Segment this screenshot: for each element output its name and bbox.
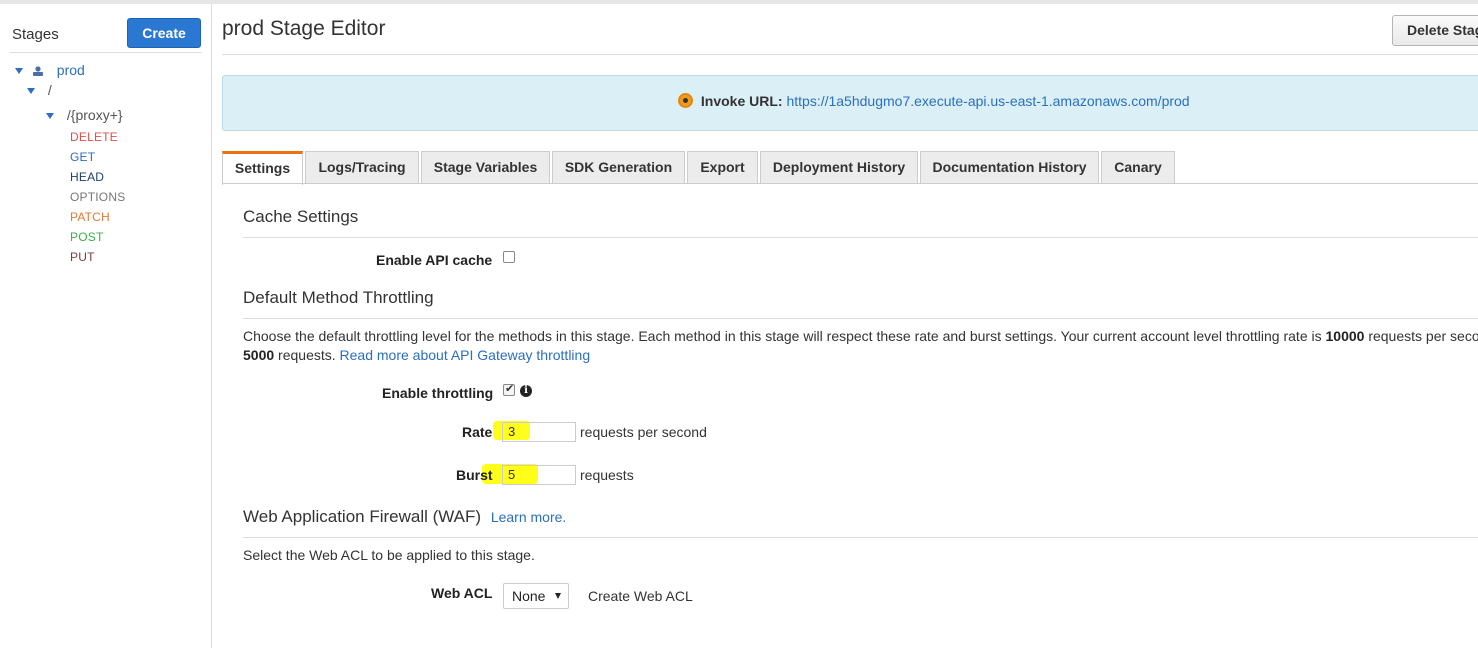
enable-throttling-label: Enable throttling (382, 385, 494, 401)
burst-unit: requests (580, 467, 634, 483)
expand-caret-icon[interactable] (27, 88, 35, 95)
tabs-divider (222, 183, 1478, 184)
account-burst-value: 5000 (243, 347, 275, 363)
enable-cache-checkbox[interactable] (503, 251, 515, 263)
rate-label: Rate (462, 424, 493, 440)
burst-input[interactable]: 5 (502, 465, 576, 485)
throttling-heading: Default Method Throttling (243, 288, 434, 307)
tree-method-delete[interactable]: DELETE (70, 130, 118, 144)
tab-deployment-history[interactable]: Deployment History (760, 151, 918, 184)
section-divider (243, 537, 1478, 538)
tab-canary[interactable]: Canary (1101, 151, 1175, 184)
tree-method-get[interactable]: GET (70, 150, 95, 164)
enable-cache-label: Enable API cache (376, 252, 493, 268)
tree-method-options[interactable]: OPTIONS (70, 190, 125, 204)
invoke-url-banner: Invoke URL: https://1a5hdugmo7.execute-a… (222, 75, 1478, 131)
create-web-acl-link[interactable]: Create Web ACL (588, 588, 693, 604)
dropdown-caret-icon (555, 593, 561, 599)
delete-stage-button[interactable]: Delete Stage (1392, 15, 1478, 46)
invoke-url-link[interactable]: https://1a5hdugmo7.execute-api.us-east-1… (786, 93, 1189, 109)
rate-unit: requests per second (580, 424, 707, 440)
tree-proxy-label[interactable]: /{proxy+} (67, 107, 123, 123)
tab-logs-tracing[interactable]: Logs/Tracing (305, 151, 419, 184)
tree-stage-label[interactable]: prod (57, 62, 85, 78)
tree-method-post[interactable]: POST (70, 230, 103, 244)
throttling-desc-text: requests per seco (1364, 328, 1478, 344)
stages-sidebar: Stages Create prod / /{proxy+} DELETE GET… (0, 4, 212, 648)
tab-sdk-generation[interactable]: SDK Generation (552, 151, 685, 184)
web-acl-label: Web ACL (431, 585, 493, 601)
waf-title: Web Application Firewall (WAF) (243, 507, 482, 526)
throttling-desc-text: requests. (274, 347, 340, 363)
tree-method-patch[interactable]: PATCH (70, 210, 110, 224)
enable-throttling-checkbox[interactable] (503, 382, 515, 396)
tab-export[interactable]: Export (687, 151, 758, 184)
top-border (0, 0, 1478, 4)
create-stage-button[interactable]: Create (127, 18, 201, 48)
sidebar-divider (10, 52, 202, 53)
rate-input[interactable]: 3 (502, 422, 576, 442)
page-title: prod Stage Editor (222, 17, 386, 40)
tree-resource-proxy[interactable]: /{proxy+} (46, 107, 123, 123)
tab-settings[interactable]: Settings (222, 151, 303, 185)
account-rate-value: 10000 (1325, 328, 1365, 344)
read-more-throttling-link[interactable]: Read more about API Gateway throttling (340, 347, 591, 363)
stage-icon (32, 66, 43, 76)
tree-method-put[interactable]: PUT (70, 250, 95, 264)
expand-caret-icon[interactable] (15, 68, 23, 75)
web-acl-select[interactable]: None (503, 583, 569, 609)
section-divider (243, 318, 1478, 319)
tab-documentation-history[interactable]: Documentation History (920, 151, 1099, 184)
tree-stage-prod[interactable]: prod (15, 62, 85, 78)
throttling-desc-text: Choose the default throttling level for … (243, 328, 1326, 344)
invoke-url-label: Invoke URL: (700, 93, 783, 109)
throttling-description: Choose the default throttling level for … (243, 327, 1478, 365)
tab-stage-variables[interactable]: Stage Variables (421, 151, 550, 184)
waf-learn-more-link[interactable]: Learn more. (491, 509, 566, 525)
tree-root-label[interactable]: / (48, 82, 52, 98)
sidebar-title: Stages (12, 26, 59, 43)
waf-description: Select the Web ACL to be applied to this… (243, 547, 535, 563)
section-divider (243, 237, 1478, 238)
cache-settings-heading: Cache Settings (243, 207, 359, 226)
tree-method-head[interactable]: HEAD (70, 170, 104, 184)
burst-label: Burst (456, 467, 493, 483)
title-divider (222, 54, 1478, 55)
web-acl-selected-value: None (512, 588, 546, 604)
waf-heading: Web Application Firewall (WAF) Learn mor… (243, 507, 566, 527)
tree-resource-root[interactable]: / (27, 82, 52, 98)
info-icon[interactable]: i (520, 385, 532, 397)
expand-caret-icon[interactable] (46, 113, 54, 120)
stage-target-icon (678, 93, 693, 108)
